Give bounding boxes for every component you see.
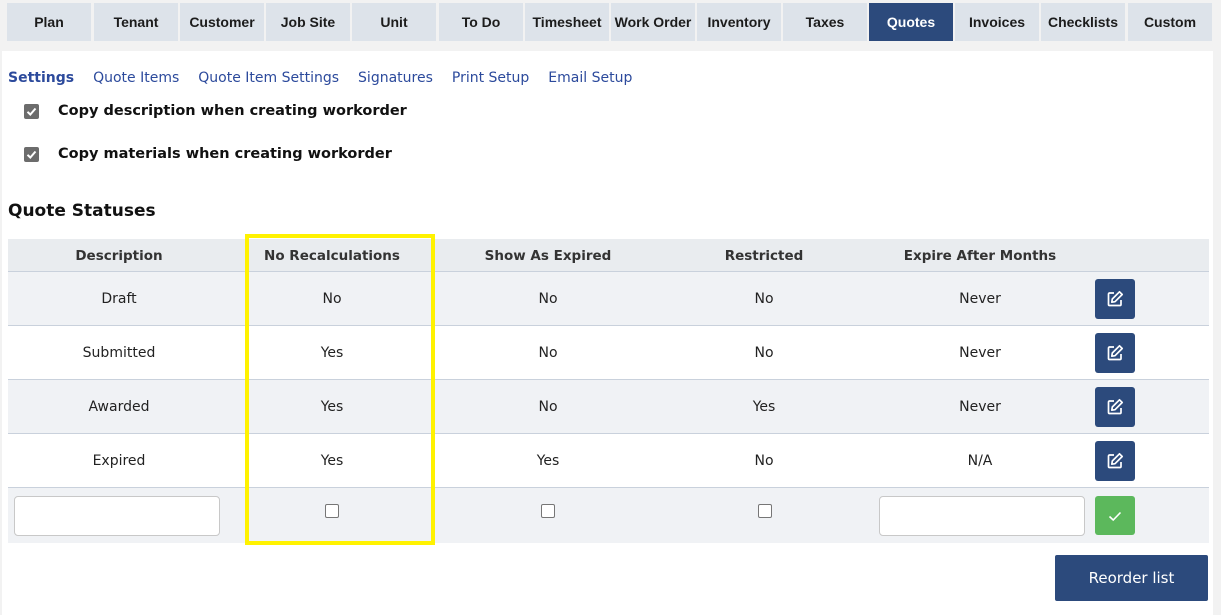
tab-customer[interactable]: Customer [180,3,264,41]
cell-restricted: No [754,290,774,307]
cell-show-as-expired: Yes [536,452,560,469]
table-row: Submitted Yes No No Never [8,326,1209,380]
copy-materials-option: Copy materials when creating workorder [24,146,392,162]
cell-restricted: Yes [752,398,776,415]
tab-timesheet[interactable]: Timesheet [525,3,609,41]
copy-materials-label: Copy materials when creating workorder [58,146,392,162]
table-row: Expired Yes Yes No N/A [8,434,1209,488]
save-new-status-button[interactable] [1095,496,1135,535]
cell-restricted: No [754,452,774,469]
cell-description: Submitted [82,344,156,361]
cell-expire-after-months: Never [959,344,1001,361]
cell-show-as-expired: No [538,344,558,361]
header-expire-after-months: Expire After Months [903,247,1057,264]
cell-description: Draft [101,290,137,307]
tab-quotes[interactable]: Quotes [869,3,953,41]
new-no-recalculations-checkbox[interactable] [325,504,339,518]
edit-icon [1107,290,1124,307]
copy-description-label: Copy description when creating workorder [58,103,407,119]
subnav-print-setup[interactable]: Print Setup [452,70,529,86]
header-no-recalculations: No Recalculations [264,247,400,264]
subnav-quote-items[interactable]: Quote Items [93,70,179,86]
copy-description-option: Copy description when creating workorder [24,103,407,119]
tab-taxes[interactable]: Taxes [783,3,867,41]
new-expire-months-input[interactable] [879,496,1085,536]
copy-description-checkbox[interactable] [24,103,39,119]
new-description-input[interactable] [14,496,220,536]
cell-no-recalculations: Yes [320,398,344,415]
edit-button[interactable] [1095,333,1135,373]
cell-no-recalculations: No [322,290,342,307]
tab-plan[interactable]: Plan [7,3,91,41]
subnav-settings[interactable]: Settings [8,70,74,86]
edit-icon [1107,452,1124,469]
cell-description: Awarded [88,398,150,415]
main-tab-bar: Plan Tenant Customer Job Site Unit To Do… [0,0,1221,44]
reorder-list-button[interactable]: Reorder list [1055,555,1208,601]
tab-invoices[interactable]: Invoices [955,3,1039,41]
checkmark-icon [26,150,37,159]
cell-expire-after-months: Never [959,290,1001,307]
tab-to-do[interactable]: To Do [439,3,523,41]
header-show-as-expired: Show As Expired [484,247,612,264]
table-row: Draft No No No Never [8,272,1209,326]
cell-show-as-expired: No [538,290,558,307]
edit-icon [1107,398,1124,415]
settings-panel: Settings Quote Items Quote Item Settings… [2,51,1213,615]
edit-icon [1107,344,1124,361]
copy-materials-checkbox[interactable] [24,146,39,162]
quote-statuses-heading: Quote Statuses [8,201,156,221]
table-row: Awarded Yes No Yes Never [8,380,1209,434]
tab-unit[interactable]: Unit [352,3,436,41]
new-restricted-checkbox[interactable] [758,504,772,518]
tab-tenant[interactable]: Tenant [94,3,178,41]
cell-expire-after-months: Never [959,398,1001,415]
tab-work-order[interactable]: Work Order [611,3,695,41]
header-restricted: Restricted [724,247,804,264]
cell-expire-after-months: N/A [967,452,993,469]
tab-job-site[interactable]: Job Site [266,3,350,41]
checkmark-icon [26,107,37,116]
edit-button[interactable] [1095,387,1135,427]
header-description: Description [75,247,163,264]
cell-no-recalculations: Yes [320,344,344,361]
cell-no-recalculations: Yes [320,452,344,469]
new-show-as-expired-checkbox[interactable] [541,504,555,518]
subnav-signatures[interactable]: Signatures [358,70,433,86]
cell-restricted: No [754,344,774,361]
check-icon [1108,511,1122,521]
table-header: Description No Recalculations Show As Ex… [8,239,1209,272]
tab-inventory[interactable]: Inventory [697,3,781,41]
edit-button[interactable] [1095,441,1135,481]
cell-description: Expired [92,452,146,469]
edit-button[interactable] [1095,279,1135,319]
quotes-subnav: Settings Quote Items Quote Item Settings… [8,70,651,86]
new-status-row [8,488,1209,543]
tab-custom[interactable]: Custom [1128,3,1212,41]
tab-checklists[interactable]: Checklists [1041,3,1125,41]
cell-show-as-expired: No [538,398,558,415]
subnav-email-setup[interactable]: Email Setup [548,70,632,86]
subnav-quote-item-settings[interactable]: Quote Item Settings [198,70,339,86]
